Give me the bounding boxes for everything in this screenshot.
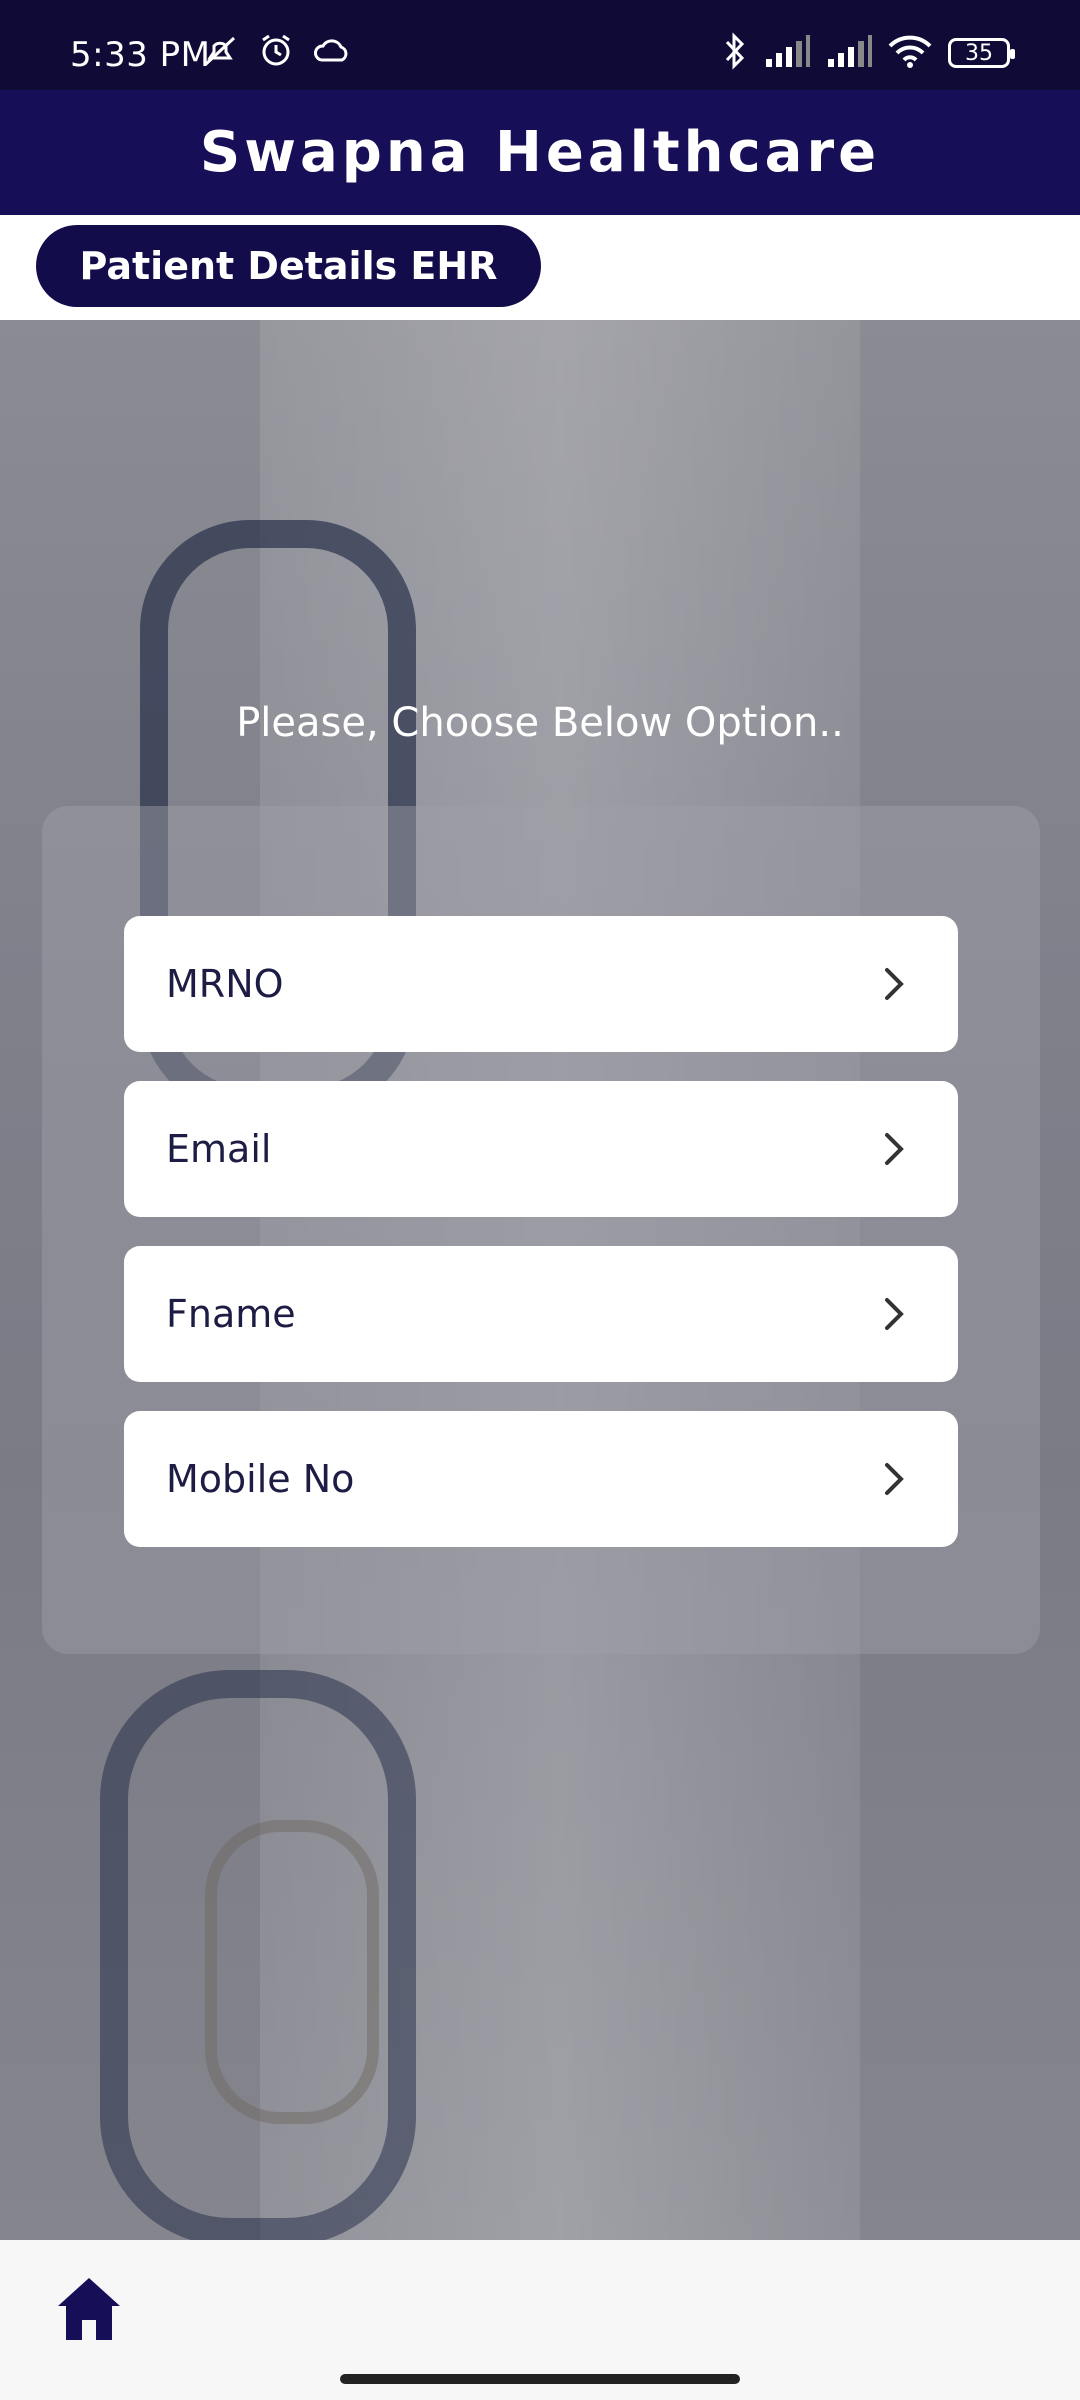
option-label: Email (166, 1127, 272, 1171)
option-label: Mobile No (166, 1457, 355, 1501)
chevron-right-icon (870, 960, 918, 1008)
option-mobile-no[interactable]: Mobile No (124, 1411, 958, 1547)
app-header: Swapna Healthcare (0, 90, 1080, 215)
status-time: 5:33 PM (70, 35, 211, 75)
background-image: Please, Choose Below Option.. MRNO Email… (0, 320, 1080, 2240)
signal-icon (826, 35, 872, 71)
battery-icon: 35 (948, 38, 1015, 68)
gesture-bar[interactable] (340, 2374, 740, 2384)
app-title: Swapna Healthcare (199, 120, 881, 185)
patient-details-ehr-tab[interactable]: Patient Details EHR (36, 225, 541, 307)
mute-icon (200, 34, 240, 72)
sub-header: Patient Details EHR (0, 215, 1080, 320)
chevron-right-icon (870, 1455, 918, 1503)
option-email[interactable]: Email (124, 1081, 958, 1217)
choose-option-prompt: Please, Choose Below Option.. (236, 700, 844, 746)
status-left-icons (200, 34, 352, 72)
home-icon[interactable] (54, 2274, 124, 2344)
option-label: Fname (166, 1292, 296, 1336)
wifi-icon (888, 34, 932, 72)
chevron-right-icon (870, 1290, 918, 1338)
signal-icon (764, 35, 810, 71)
alarm-icon (258, 34, 294, 72)
cloud-icon (312, 34, 352, 72)
option-label: MRNO (166, 962, 284, 1006)
options-card: MRNO Email Fname Mobile No (42, 806, 1040, 1654)
option-fname[interactable]: Fname (124, 1246, 958, 1382)
bottom-nav (0, 2240, 1080, 2400)
bluetooth-icon (722, 32, 748, 74)
chevron-right-icon (870, 1125, 918, 1173)
status-bar: 5:33 PM 35 (0, 0, 1080, 90)
status-right-icons: 35 (722, 32, 1015, 74)
battery-level: 35 (965, 40, 993, 66)
stethoscope-head-shape (205, 1820, 379, 2124)
option-mrno[interactable]: MRNO (124, 916, 958, 1052)
